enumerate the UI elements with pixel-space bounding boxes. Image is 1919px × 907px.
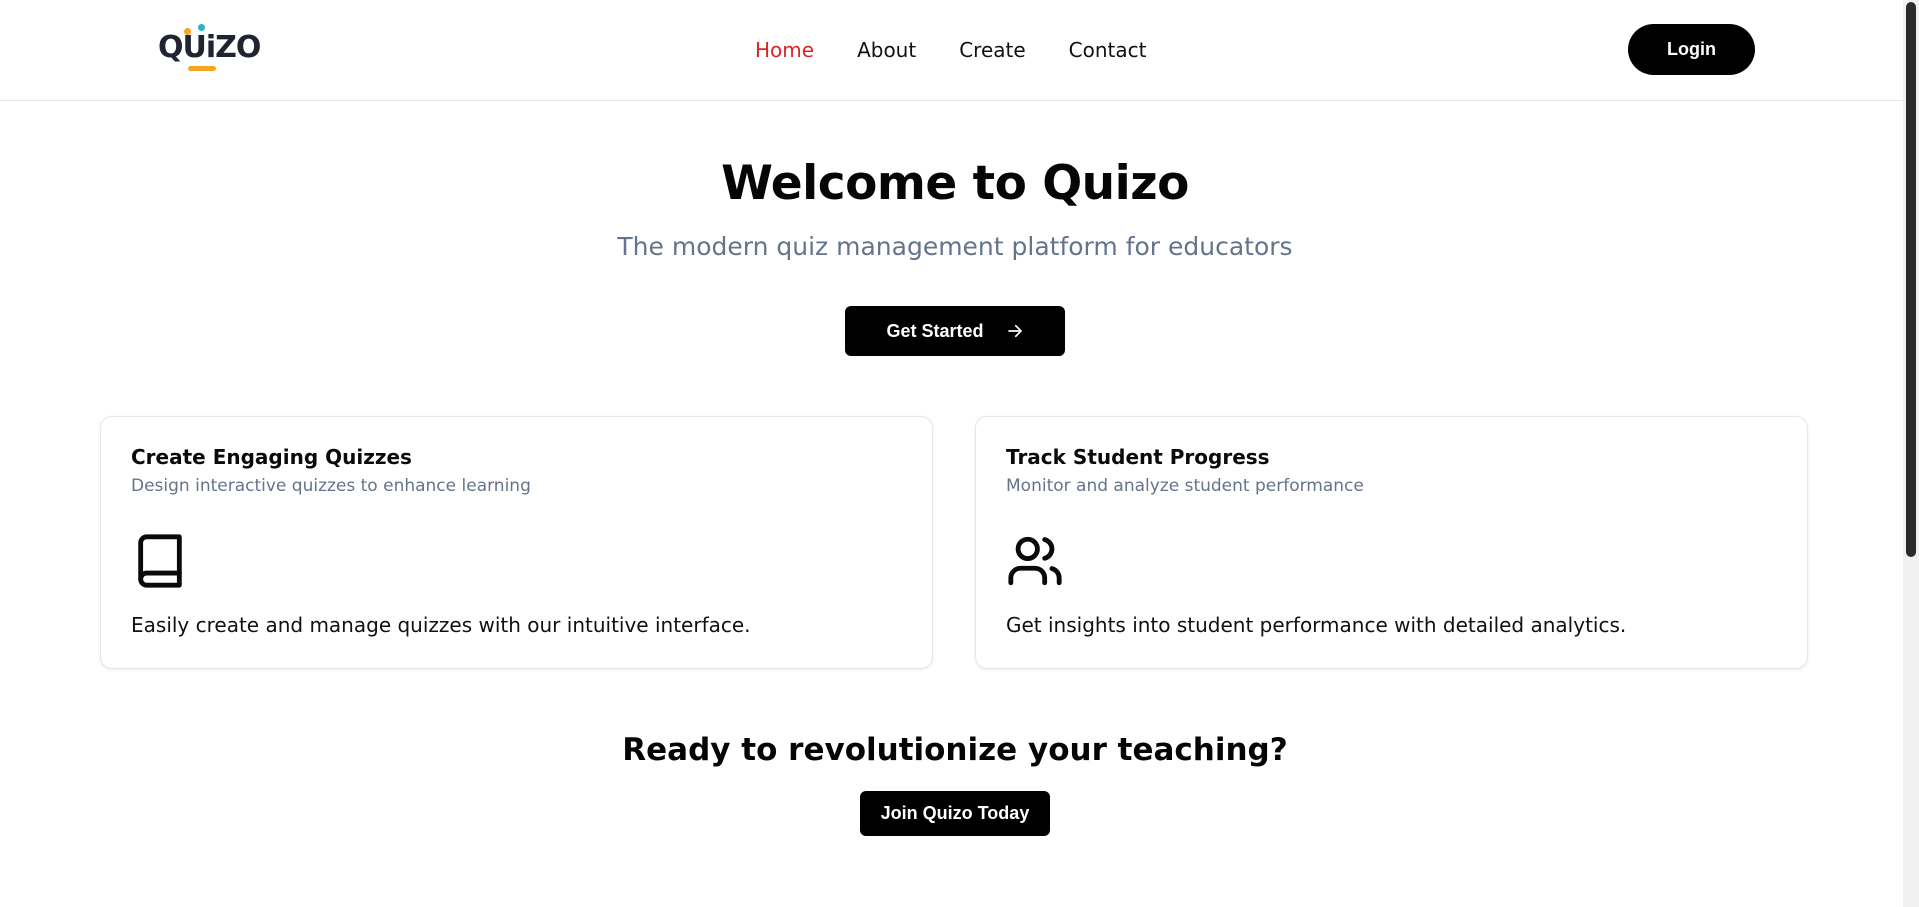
quizo-logo[interactable]: QUiZO: [158, 24, 261, 76]
main-nav: Home About Create Contact: [755, 38, 1146, 62]
nav-item-about[interactable]: About: [857, 38, 916, 62]
nav-item-create[interactable]: Create: [959, 38, 1025, 62]
logo-underline: [188, 66, 216, 71]
users-icon: [1008, 536, 1062, 586]
page-scrollbar[interactable]: [1903, 0, 1919, 907]
page: QUiZO Home About Create Contact Login We…: [0, 0, 1919, 907]
book-icon: [138, 534, 182, 588]
nav-item-contact[interactable]: Contact: [1069, 38, 1147, 62]
feature-card-create: Create Engaging Quizzes Design interacti…: [100, 416, 933, 669]
site-header: QUiZO Home About Create Contact Login: [0, 0, 1903, 101]
feature-body: Easily create and manage quizzes with ou…: [131, 613, 751, 637]
feature-description: Monitor and analyze student performance: [1006, 476, 1364, 496]
get-started-label: Get Started: [886, 320, 984, 341]
feature-body: Get insights into student performance wi…: [1006, 613, 1627, 637]
hero-title: Welcome to Quizo: [721, 156, 1189, 211]
feature-title: Track Student Progress: [1006, 445, 1270, 469]
get-started-button[interactable]: Get Started: [845, 306, 1065, 356]
hero-subtitle: The modern quiz management platform for …: [617, 232, 1293, 261]
join-quizo-button[interactable]: Join Quizo Today: [860, 791, 1050, 836]
login-button[interactable]: Login: [1628, 24, 1755, 75]
arrow-right-icon: [1007, 324, 1022, 338]
feature-description: Design interactive quizzes to enhance le…: [131, 476, 531, 496]
nav-item-home[interactable]: Home: [755, 38, 814, 62]
scrollbar-thumb[interactable]: [1906, 2, 1916, 557]
cta-title: Ready to revolutionize your teaching?: [622, 732, 1288, 768]
logo-text: QUiZO: [158, 30, 261, 65]
feature-card-track: Track Student Progress Monitor and analy…: [975, 416, 1808, 669]
feature-title: Create Engaging Quizzes: [131, 445, 412, 469]
